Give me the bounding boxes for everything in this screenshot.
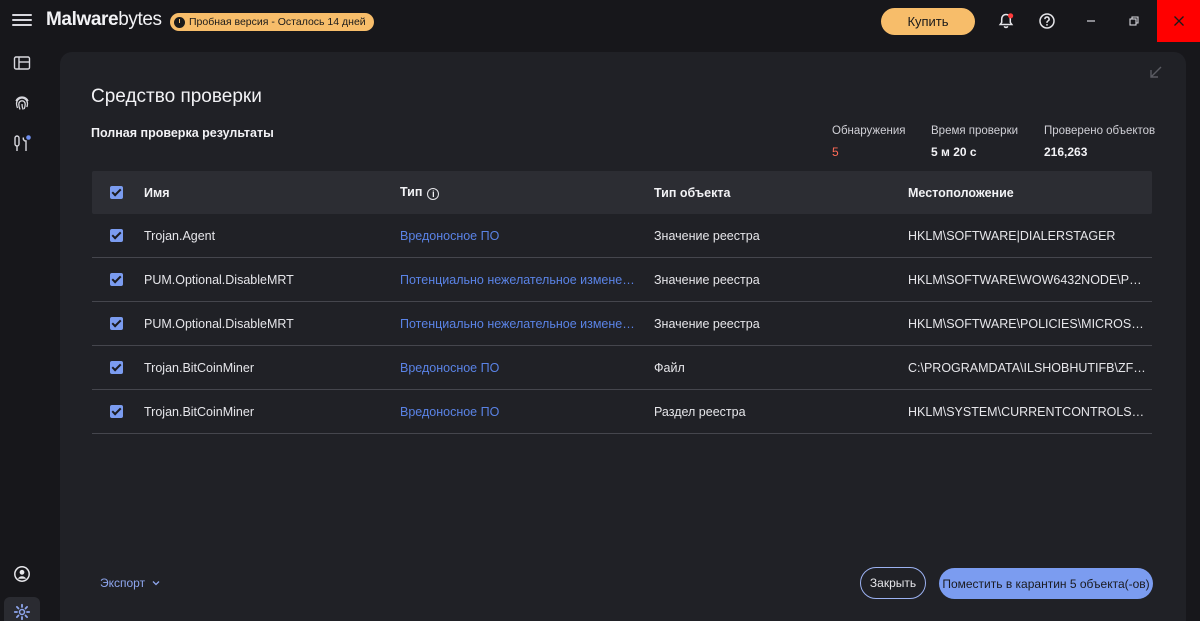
stat-value: 5: [832, 145, 839, 159]
left-sidebar: [0, 42, 44, 621]
table-header: Имя Тип i Тип объекта Местоположение: [92, 171, 1152, 214]
object-type: Значение реестра: [654, 316, 760, 331]
stat-label: Обнаружения: [832, 125, 906, 137]
object-type: Раздел реестра: [654, 404, 746, 419]
stat-items-scanned: Проверено объектов 216,263: [1044, 125, 1155, 159]
threat-location: HKLM\SOFTWARE\POLICIES\MICROSOFT\MRT: [908, 316, 1152, 331]
table-row[interactable]: Trojan.Agent Вредоносное ПО Значение рее…: [92, 214, 1152, 258]
threat-name: Trojan.BitCoinMiner: [144, 404, 254, 419]
close-button[interactable]: Закрыть: [860, 567, 926, 599]
header-type-label: Тип: [400, 185, 423, 199]
trial-badge-text: Пробная версия - Осталось 14 дней: [189, 16, 366, 28]
threat-type-link[interactable]: Вредоносное ПО: [400, 229, 654, 243]
dashboard-icon[interactable]: [12, 53, 32, 73]
restore-icon[interactable]: [1124, 11, 1144, 31]
header-object-type[interactable]: Тип объекта: [654, 186, 908, 200]
threat-name: PUM.Optional.DisableMRT: [144, 316, 294, 331]
help-icon[interactable]: [1037, 11, 1057, 31]
collapse-icon[interactable]: [1148, 64, 1164, 80]
threat-type-link[interactable]: Потенциально нежелательное изменение: [400, 273, 654, 287]
stat-scan-time: Время проверки 5 м 20 с: [931, 125, 1018, 159]
gear-icon: [13, 603, 31, 621]
threat-type-link[interactable]: Вредоносное ПО: [400, 361, 654, 375]
header-name[interactable]: Имя: [144, 186, 400, 200]
row-check-cell: [92, 405, 144, 418]
threat-location: HKLM\SOFTWARE\WOW6432NODE\POLICIES\MICRO…: [908, 272, 1152, 287]
stat-label: Проверено объектов: [1044, 125, 1156, 137]
table-row[interactable]: Trojan.BitCoinMiner Вредоносное ПО Файл …: [92, 346, 1152, 390]
threat-location: HKLM\SOFTWARE|DIALERSTAGER: [908, 228, 1116, 243]
scan-subtitle: Полная проверка результаты: [91, 126, 274, 140]
object-type: Значение реестра: [654, 228, 760, 243]
tools-icon[interactable]: [12, 133, 32, 153]
row-checkbox[interactable]: [110, 405, 123, 418]
row-check-cell: [92, 273, 144, 286]
close-icon: [1173, 16, 1184, 26]
buy-button[interactable]: Купить: [881, 8, 975, 35]
account-icon[interactable]: [12, 564, 32, 584]
table-row[interactable]: Trojan.BitCoinMiner Вредоносное ПО Разде…: [92, 390, 1152, 434]
stat-label: Время проверки: [931, 125, 1019, 137]
object-type: Файл: [654, 360, 685, 375]
header-location[interactable]: Местоположение: [908, 186, 1152, 200]
threat-name: Trojan.Agent: [144, 228, 216, 243]
bell-icon[interactable]: [996, 11, 1016, 31]
clock-icon: [174, 16, 185, 28]
row-check-cell: [92, 317, 144, 330]
row-checkbox[interactable]: [110, 361, 123, 374]
close-window-button[interactable]: [1157, 0, 1200, 42]
row-check-cell: [92, 229, 144, 242]
row-checkbox[interactable]: [110, 229, 123, 242]
settings-button[interactable]: [4, 597, 40, 621]
info-icon[interactable]: i: [427, 188, 440, 200]
stat-value: 216,263: [1044, 145, 1088, 159]
malwarebytes-logo: Malwarebytes: [46, 9, 162, 30]
threat-type-link[interactable]: Потенциально нежелательное изменение: [400, 317, 654, 331]
minimize-icon[interactable]: [1081, 11, 1101, 31]
hamburger-menu-icon[interactable]: [12, 11, 32, 29]
table-row[interactable]: PUM.Optional.DisableMRT Потенциально неж…: [92, 258, 1152, 302]
threat-name: Trojan.BitCoinMiner: [144, 360, 254, 375]
row-check-cell: [92, 361, 144, 374]
export-label: Экспорт: [100, 576, 146, 590]
threat-location: C:\PROGRAMDATA\ILSHOBHUTIFB\ZFFLJBQVTIUW: [908, 360, 1152, 375]
threat-location: HKLM\SYSTEM\CURRENTCONTROLSET\SERVICES: [908, 404, 1152, 419]
threat-type-link[interactable]: Вредоносное ПО: [400, 405, 654, 419]
quarantine-button[interactable]: Поместить в карантин 5 объекта(-ов): [939, 568, 1153, 599]
threat-name: PUM.Optional.DisableMRT: [144, 272, 294, 287]
select-all-cell: [92, 186, 144, 199]
row-checkbox[interactable]: [110, 273, 123, 286]
title-bar: Malwarebytes Пробная версия - Осталось 1…: [0, 0, 1200, 42]
object-type: Значение реестра: [654, 272, 760, 287]
header-type[interactable]: Тип i: [400, 185, 654, 200]
stat-detections: Обнаружения 5: [832, 125, 906, 159]
export-dropdown[interactable]: Экспорт: [100, 576, 161, 590]
chevron-down-icon: [152, 581, 160, 586]
table-row[interactable]: PUM.Optional.DisableMRT Потенциально неж…: [92, 302, 1152, 346]
page-title: Средство проверки: [91, 86, 262, 107]
fingerprint-icon[interactable]: [12, 93, 32, 113]
scanner-panel: Средство проверки Полная проверка резуль…: [60, 52, 1186, 621]
row-checkbox[interactable]: [110, 317, 123, 330]
trial-badge[interactable]: Пробная версия - Осталось 14 дней: [170, 13, 374, 31]
stat-value: 5 м 20 с: [931, 145, 977, 159]
results-table: Имя Тип i Тип объекта Местоположение Troj…: [92, 171, 1152, 434]
select-all-checkbox[interactable]: [110, 186, 123, 199]
